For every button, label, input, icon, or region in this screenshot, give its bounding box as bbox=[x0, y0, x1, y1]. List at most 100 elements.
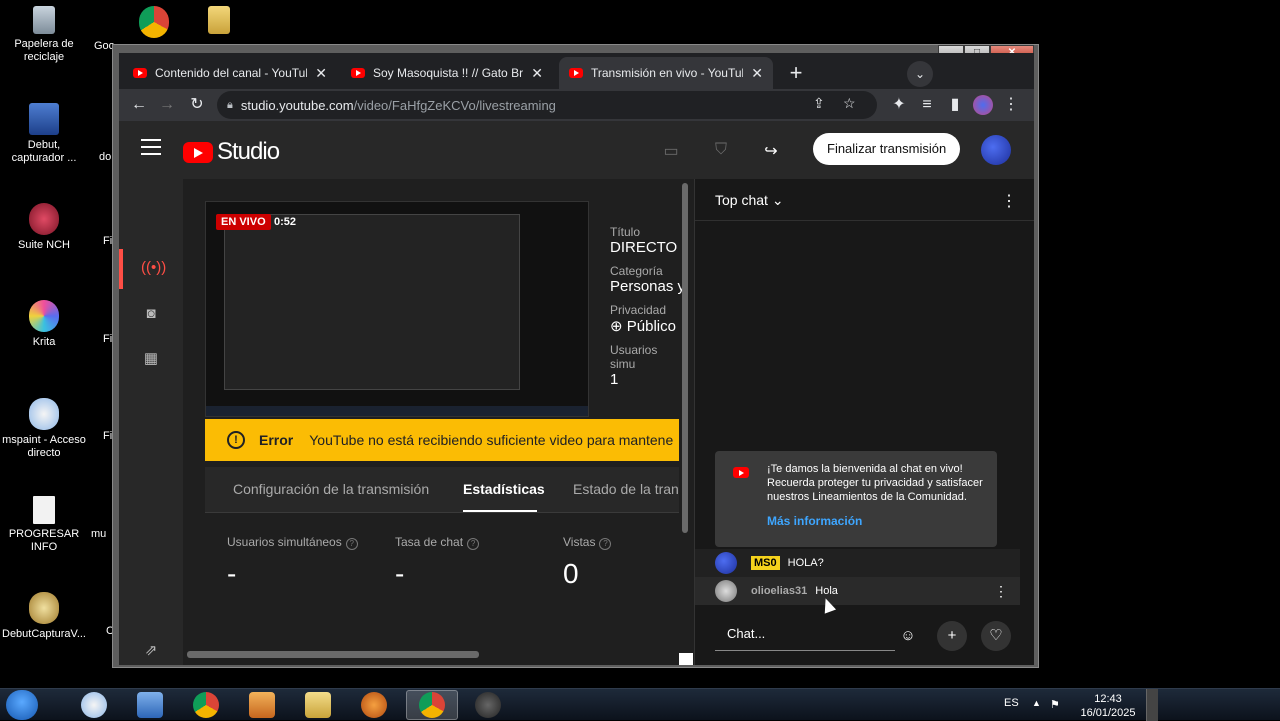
owner-badge: MS0 bbox=[751, 556, 780, 570]
chat-mode-dropdown[interactable]: Top chat ⌄ bbox=[715, 192, 784, 209]
calendar-icon[interactable]: ▦ bbox=[141, 349, 161, 369]
tab-strip: Contenido del canal - YouTube St ✕ Soy M… bbox=[119, 53, 1034, 89]
debut-icon bbox=[29, 103, 59, 135]
end-stream-button[interactable]: Finalizar transmisión bbox=[813, 133, 961, 165]
desktop-icon-label: Fi bbox=[103, 235, 113, 247]
tray-expand-icon[interactable]: ▲ bbox=[1032, 698, 1041, 708]
studio-page: Studio ▭ ⛉ ↪ Finalizar transmisión ((•))… bbox=[119, 121, 1034, 665]
taskbar-chrome[interactable] bbox=[180, 690, 232, 720]
extensions-icon[interactable]: ✦ bbox=[889, 95, 909, 115]
close-tab-icon[interactable]: ✕ bbox=[751, 65, 763, 82]
chat-message[interactable]: MS0 HOLA? bbox=[695, 549, 1020, 577]
chat-more-icon[interactable]: ⋮ bbox=[1001, 191, 1017, 211]
camera-icon[interactable]: ◙ bbox=[141, 305, 161, 325]
bookmark-icon[interactable]: ⛉ bbox=[711, 141, 731, 159]
studio-logo[interactable]: Studio bbox=[183, 138, 280, 166]
stat-views: Vistas? 0 bbox=[563, 535, 612, 590]
taskbar-fl-studio[interactable] bbox=[348, 690, 400, 720]
avatar bbox=[715, 580, 737, 602]
more-info-link[interactable]: Más información bbox=[767, 514, 862, 528]
preview-taskbar bbox=[206, 406, 588, 416]
tab-channel-content[interactable]: Contenido del canal - YouTube St ✕ bbox=[123, 57, 337, 89]
tab-title: Soy Masoquista !! // Gato Bros - bbox=[373, 66, 524, 80]
help-icon[interactable]: ? bbox=[599, 538, 612, 550]
tab-title: Contenido del canal - YouTube St bbox=[155, 66, 307, 80]
reload-icon[interactable]: ↻ bbox=[187, 95, 207, 115]
tab-gato-bros[interactable]: Soy Masoquista !! // Gato Bros - ✕ bbox=[341, 57, 553, 89]
share-arrow-icon[interactable]: ↪ bbox=[761, 141, 781, 160]
privacy-value: Público bbox=[626, 318, 676, 335]
browser-menu-icon[interactable]: ⋮ bbox=[1001, 95, 1021, 115]
add-icon[interactable]: + bbox=[937, 621, 967, 651]
taskbar-file-explorer[interactable] bbox=[292, 690, 344, 720]
vertical-scrollbar[interactable] bbox=[682, 183, 688, 533]
desktop-icon-mspaint[interactable]: mspaint - Acceso directo bbox=[0, 398, 88, 460]
url-path: /video/FaHfgZeKCVo/livestreaming bbox=[353, 97, 556, 113]
live-stream-icon[interactable]: ((•)) bbox=[141, 259, 166, 279]
desktop-icon-recycle-bin[interactable]: Papelera de reciclaje bbox=[0, 6, 88, 64]
chat-message[interactable]: olioelias31 Hola ⋮ bbox=[695, 577, 1020, 605]
desktop-icon-krita[interactable]: Krita bbox=[0, 300, 88, 349]
share-icon[interactable]: ⇪ bbox=[813, 95, 825, 112]
tab-stream-health[interactable]: Estado de la trans bbox=[573, 481, 679, 497]
hamburger-menu-icon[interactable] bbox=[141, 139, 161, 159]
open-external-icon[interactable]: ⇗ bbox=[141, 641, 161, 661]
stat-chat-rate: Tasa de chat? - bbox=[395, 535, 480, 590]
profile-avatar-icon[interactable] bbox=[973, 95, 993, 115]
control-panel-icon bbox=[137, 692, 163, 718]
active-tab-underline bbox=[463, 510, 537, 512]
stat-value: - bbox=[227, 558, 237, 589]
forward-icon[interactable]: → bbox=[157, 95, 177, 115]
chrome-active-icon bbox=[419, 692, 445, 718]
message-text: HOLA? bbox=[787, 557, 824, 569]
side-panel-icon[interactable]: ▮ bbox=[945, 95, 965, 115]
media-queue-icon[interactable]: ≡ bbox=[917, 95, 937, 115]
desktop-icon-folder[interactable] bbox=[175, 6, 263, 38]
youtube-favicon-icon bbox=[133, 68, 147, 78]
chat-header: Top chat ⌄ ⋮ bbox=[695, 179, 1034, 221]
network-icon[interactable]: ⚑ bbox=[1050, 698, 1060, 711]
language-indicator[interactable]: ES bbox=[1004, 697, 1019, 709]
channel-avatar[interactable] bbox=[981, 135, 1011, 165]
stat-label: Tasa de chat bbox=[395, 535, 464, 549]
heart-icon[interactable]: ♡ bbox=[981, 621, 1011, 651]
stream-preview[interactable]: EN VIVO 0:52 bbox=[205, 201, 589, 417]
tab-livestream[interactable]: Transmisión en vivo - YouTube St ✕ bbox=[559, 57, 773, 89]
error-title: Error bbox=[259, 432, 294, 448]
clapperboard-icon[interactable]: ▭ bbox=[661, 141, 681, 160]
bookmark-star-icon[interactable]: ☆ bbox=[843, 95, 856, 112]
desktop-icon-debut-installer[interactable]: DebutCapturaV... bbox=[0, 592, 88, 641]
krita-icon bbox=[29, 300, 59, 332]
back-icon[interactable]: ← bbox=[129, 95, 149, 115]
lock-icon: 🔒︎ bbox=[227, 98, 233, 111]
message-text: Hola bbox=[815, 585, 838, 597]
taskbar-control-panel[interactable] bbox=[124, 690, 176, 720]
desktop-icon-label: do bbox=[99, 151, 112, 163]
close-tab-icon[interactable]: ✕ bbox=[531, 65, 543, 82]
desktop-icon-debut[interactable]: Debut, capturador ... bbox=[0, 103, 88, 165]
system-clock[interactable]: 12:43 16/01/2025 bbox=[1078, 692, 1138, 720]
help-icon[interactable]: ? bbox=[467, 538, 480, 550]
chat-input[interactable]: Chat... bbox=[715, 617, 895, 651]
horizontal-scrollbar[interactable] bbox=[187, 651, 479, 658]
close-tab-icon[interactable]: ✕ bbox=[315, 65, 327, 82]
live-chat-panel: Top chat ⌄ ⋮ ¡Te damos la bienvenida al … bbox=[694, 179, 1034, 665]
tab-stream-settings[interactable]: Configuración de la transmisión bbox=[233, 481, 429, 497]
message-more-icon[interactable]: ⋮ bbox=[994, 583, 1008, 600]
taskbar-paint[interactable] bbox=[68, 690, 120, 720]
desktop-icon-progresar-info[interactable]: PROGRESAR INFO bbox=[0, 496, 88, 554]
address-bar[interactable]: 🔒︎ studio.youtube.com/video/FaHfgZeKCVo/… bbox=[217, 91, 877, 119]
show-desktop-button[interactable] bbox=[1146, 689, 1158, 721]
emoji-icon[interactable]: ☺ bbox=[893, 621, 923, 651]
taskbar-obs[interactable] bbox=[462, 690, 514, 720]
help-icon[interactable]: ? bbox=[345, 538, 358, 550]
taskbar-media-player[interactable] bbox=[236, 690, 288, 720]
tab-search-button[interactable]: ⌄ bbox=[907, 61, 933, 87]
new-tab-button[interactable]: + bbox=[783, 61, 809, 87]
desktop-icon-nch-suite[interactable]: Suite NCH bbox=[0, 203, 88, 252]
tab-analytics[interactable]: Estadísticas bbox=[463, 481, 545, 497]
start-button[interactable] bbox=[6, 690, 38, 720]
taskbar-chrome-active[interactable] bbox=[406, 690, 458, 720]
youtube-favicon-icon bbox=[351, 68, 365, 78]
stat-value: - bbox=[395, 558, 405, 589]
